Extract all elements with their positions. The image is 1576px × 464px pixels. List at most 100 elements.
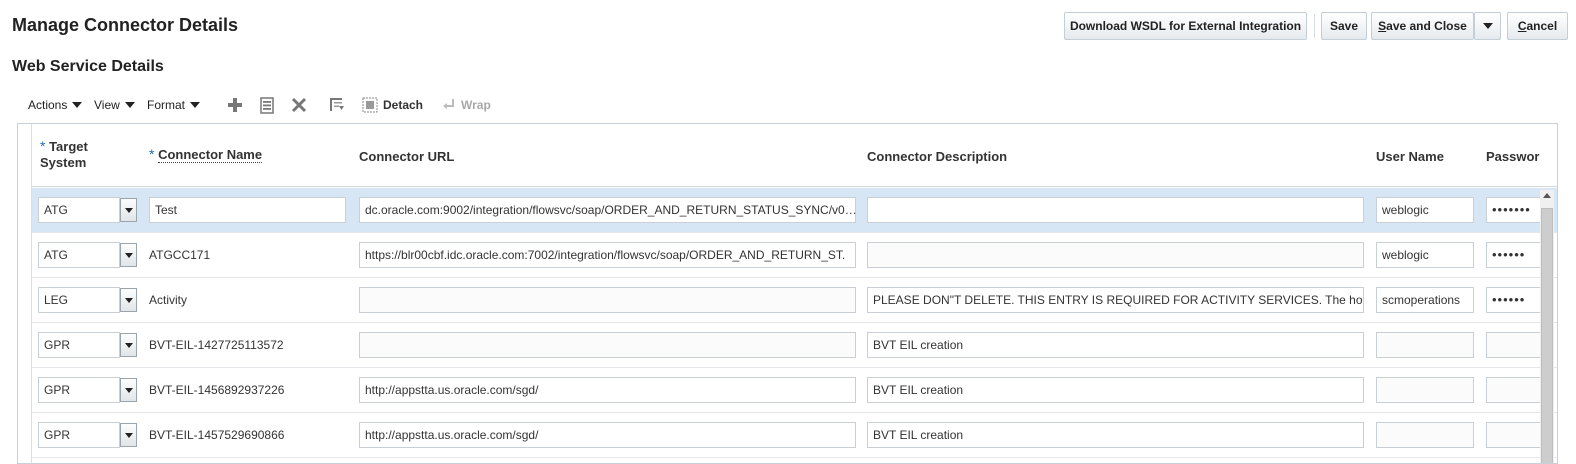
connector-name-text: BVT-EIL-1456892937226 — [149, 383, 285, 397]
password-input[interactable]: •••••• — [1486, 242, 1546, 268]
column-header-user-name[interactable]: User Name — [1376, 149, 1444, 165]
password-input[interactable] — [1486, 377, 1546, 403]
column-header-connector-name[interactable]: * Connector Name — [149, 146, 263, 163]
delete-icon[interactable] — [290, 96, 308, 114]
button-separator — [1314, 14, 1315, 38]
column-header-connector-url[interactable]: Connector URL — [359, 149, 454, 165]
select-dropdown-button[interactable] — [120, 288, 137, 312]
actions-menu[interactable]: Actions — [28, 98, 83, 112]
connector-description-input[interactable]: BVT EIL creation — [867, 332, 1364, 358]
connector-description-input[interactable] — [867, 242, 1364, 268]
scroll-up-arrow-icon[interactable] — [1543, 193, 1551, 198]
connector-url-input[interactable]: dc.oracle.com:9002/integration/flowsvc/s… — [359, 197, 856, 223]
scrollbar-thumb[interactable] — [1541, 208, 1553, 463]
save-label: Save — [1329, 19, 1359, 33]
target-system-select[interactable]: GPR — [38, 332, 137, 358]
password-input[interactable]: ••••••• — [1486, 197, 1546, 223]
target-system-value: GPR — [38, 422, 120, 448]
save-and-close-button[interactable]: Save and Close — [1371, 12, 1474, 40]
table-toolbar: Actions View Format Detach Wrap — [28, 96, 508, 116]
row-selector-gutter[interactable] — [18, 124, 32, 463]
connector-name-text: ATGCC171 — [149, 248, 211, 262]
target-system-value: GPR — [38, 377, 120, 403]
column-header-password[interactable]: Passwor — [1486, 149, 1539, 165]
chevron-down-icon — [124, 342, 133, 348]
connector-description-input[interactable] — [867, 197, 1364, 223]
table-header: * Target System * Connector Name Connect… — [32, 124, 1557, 187]
select-dropdown-button[interactable] — [120, 198, 137, 222]
section-title: Web Service Details — [12, 58, 164, 75]
select-dropdown-button[interactable] — [120, 378, 137, 402]
vertical-scrollbar[interactable] — [1540, 190, 1554, 463]
column-header-target-system[interactable]: * Target System — [40, 138, 88, 171]
user-name-input[interactable] — [1376, 377, 1474, 403]
required-marker: * — [40, 138, 46, 154]
target-system-select[interactable]: ATG — [38, 197, 137, 223]
save-options-dropdown-button[interactable] — [1474, 12, 1501, 40]
connector-url-input[interactable]: http://appstta.us.oracle.com/sgd/ — [359, 377, 856, 403]
target-system-select[interactable]: ATG — [38, 242, 137, 268]
target-system-select[interactable]: LEG — [38, 287, 137, 313]
select-dropdown-button[interactable] — [120, 243, 137, 267]
edit-record-icon[interactable] — [258, 96, 276, 114]
target-system-value: LEG — [38, 287, 120, 313]
wrap-button[interactable]: Wrap — [442, 96, 491, 114]
password-input[interactable]: •••••• — [1486, 287, 1546, 313]
add-icon[interactable] — [226, 96, 244, 114]
user-name-input[interactable] — [1376, 332, 1474, 358]
cancel-button[interactable]: Cancel — [1507, 12, 1568, 40]
chevron-down-icon — [124, 432, 133, 438]
table-row[interactable]: GPR BVT-EIL-1457529690866 http://appstta… — [32, 413, 1557, 458]
connector-name-text: Activity — [149, 293, 188, 307]
wrap-icon — [443, 99, 454, 109]
page-buttons: Download WSDL for External Integration S… — [1064, 12, 1568, 40]
user-name-input[interactable]: weblogic — [1376, 242, 1474, 268]
chevron-down-icon — [124, 387, 133, 393]
select-dropdown-button[interactable] — [120, 333, 137, 357]
column-header-connector-description[interactable]: Connector Description — [867, 149, 1007, 165]
connector-name-text: BVT-EIL-1457529690866 — [149, 428, 285, 442]
view-menu[interactable]: View — [94, 98, 135, 112]
target-system-value: GPR — [38, 332, 120, 358]
connector-url-input[interactable] — [359, 287, 856, 313]
view-menu-label: View — [94, 98, 120, 112]
chevron-down-icon — [124, 207, 133, 213]
download-wsdl-button[interactable]: Download WSDL for External Integration — [1064, 12, 1307, 40]
connector-description-input[interactable]: BVT EIL creation — [867, 422, 1364, 448]
format-menu-label: Format — [147, 98, 186, 112]
save-and-close-label: Save and Close — [1378, 19, 1467, 33]
connector-table: * Target System * Connector Name Connect… — [17, 123, 1558, 464]
password-input[interactable] — [1486, 422, 1546, 448]
connector-name-text: BVT-EIL-1427725113572 — [149, 338, 284, 352]
select-dropdown-button[interactable] — [120, 423, 137, 447]
table-row[interactable]: ATG ATGCC171 https://blr00cbf.idc.oracle… — [32, 233, 1557, 278]
user-name-input[interactable]: weblogic — [1376, 197, 1474, 223]
table-row[interactable]: ATG Test dc.oracle.com:9002/integration/… — [32, 188, 1557, 233]
connector-url-input[interactable]: http://appstta.us.oracle.com/sgd/ — [359, 422, 856, 448]
user-name-input[interactable]: scmoperations — [1376, 287, 1474, 313]
table-row[interactable]: GPR BVT-EIL-1427725113572 BVT EIL creati… — [32, 323, 1557, 368]
table-row[interactable]: GPR BVT-EIL-1456892937226 http://appstta… — [32, 368, 1557, 413]
page-title: Manage Connector Details — [12, 15, 239, 35]
table-row[interactable]: LEG Activity PLEASE DON"T DELETE. THIS E… — [32, 278, 1557, 323]
detach-button[interactable]: Detach — [362, 96, 423, 114]
target-system-value: ATG — [38, 197, 120, 223]
connector-url-input[interactable]: https://blr00cbf.idc.oracle.com:7002/int… — [359, 242, 856, 268]
save-button[interactable]: Save — [1321, 12, 1367, 40]
connector-name-input[interactable]: Test — [149, 197, 346, 223]
actions-menu-label: Actions — [28, 98, 68, 112]
target-system-value: ATG — [38, 242, 120, 268]
format-menu[interactable]: Format — [147, 98, 201, 112]
chevron-down-icon — [124, 297, 133, 303]
actions-dropdown-icon — [72, 102, 83, 108]
connector-description-input[interactable]: BVT EIL creation — [867, 377, 1364, 403]
user-name-input[interactable] — [1376, 422, 1474, 448]
view-dropdown-icon — [124, 102, 135, 108]
freeze-icon[interactable] — [328, 96, 346, 114]
connector-description-input[interactable]: PLEASE DON"T DELETE. THIS ENTRY IS REQUI… — [867, 287, 1364, 313]
target-system-select[interactable]: GPR — [38, 422, 137, 448]
password-input[interactable] — [1486, 332, 1546, 358]
download-wsdl-label: Download WSDL for External Integration — [1069, 19, 1302, 33]
target-system-select[interactable]: GPR — [38, 377, 137, 403]
connector-url-input[interactable] — [359, 332, 856, 358]
